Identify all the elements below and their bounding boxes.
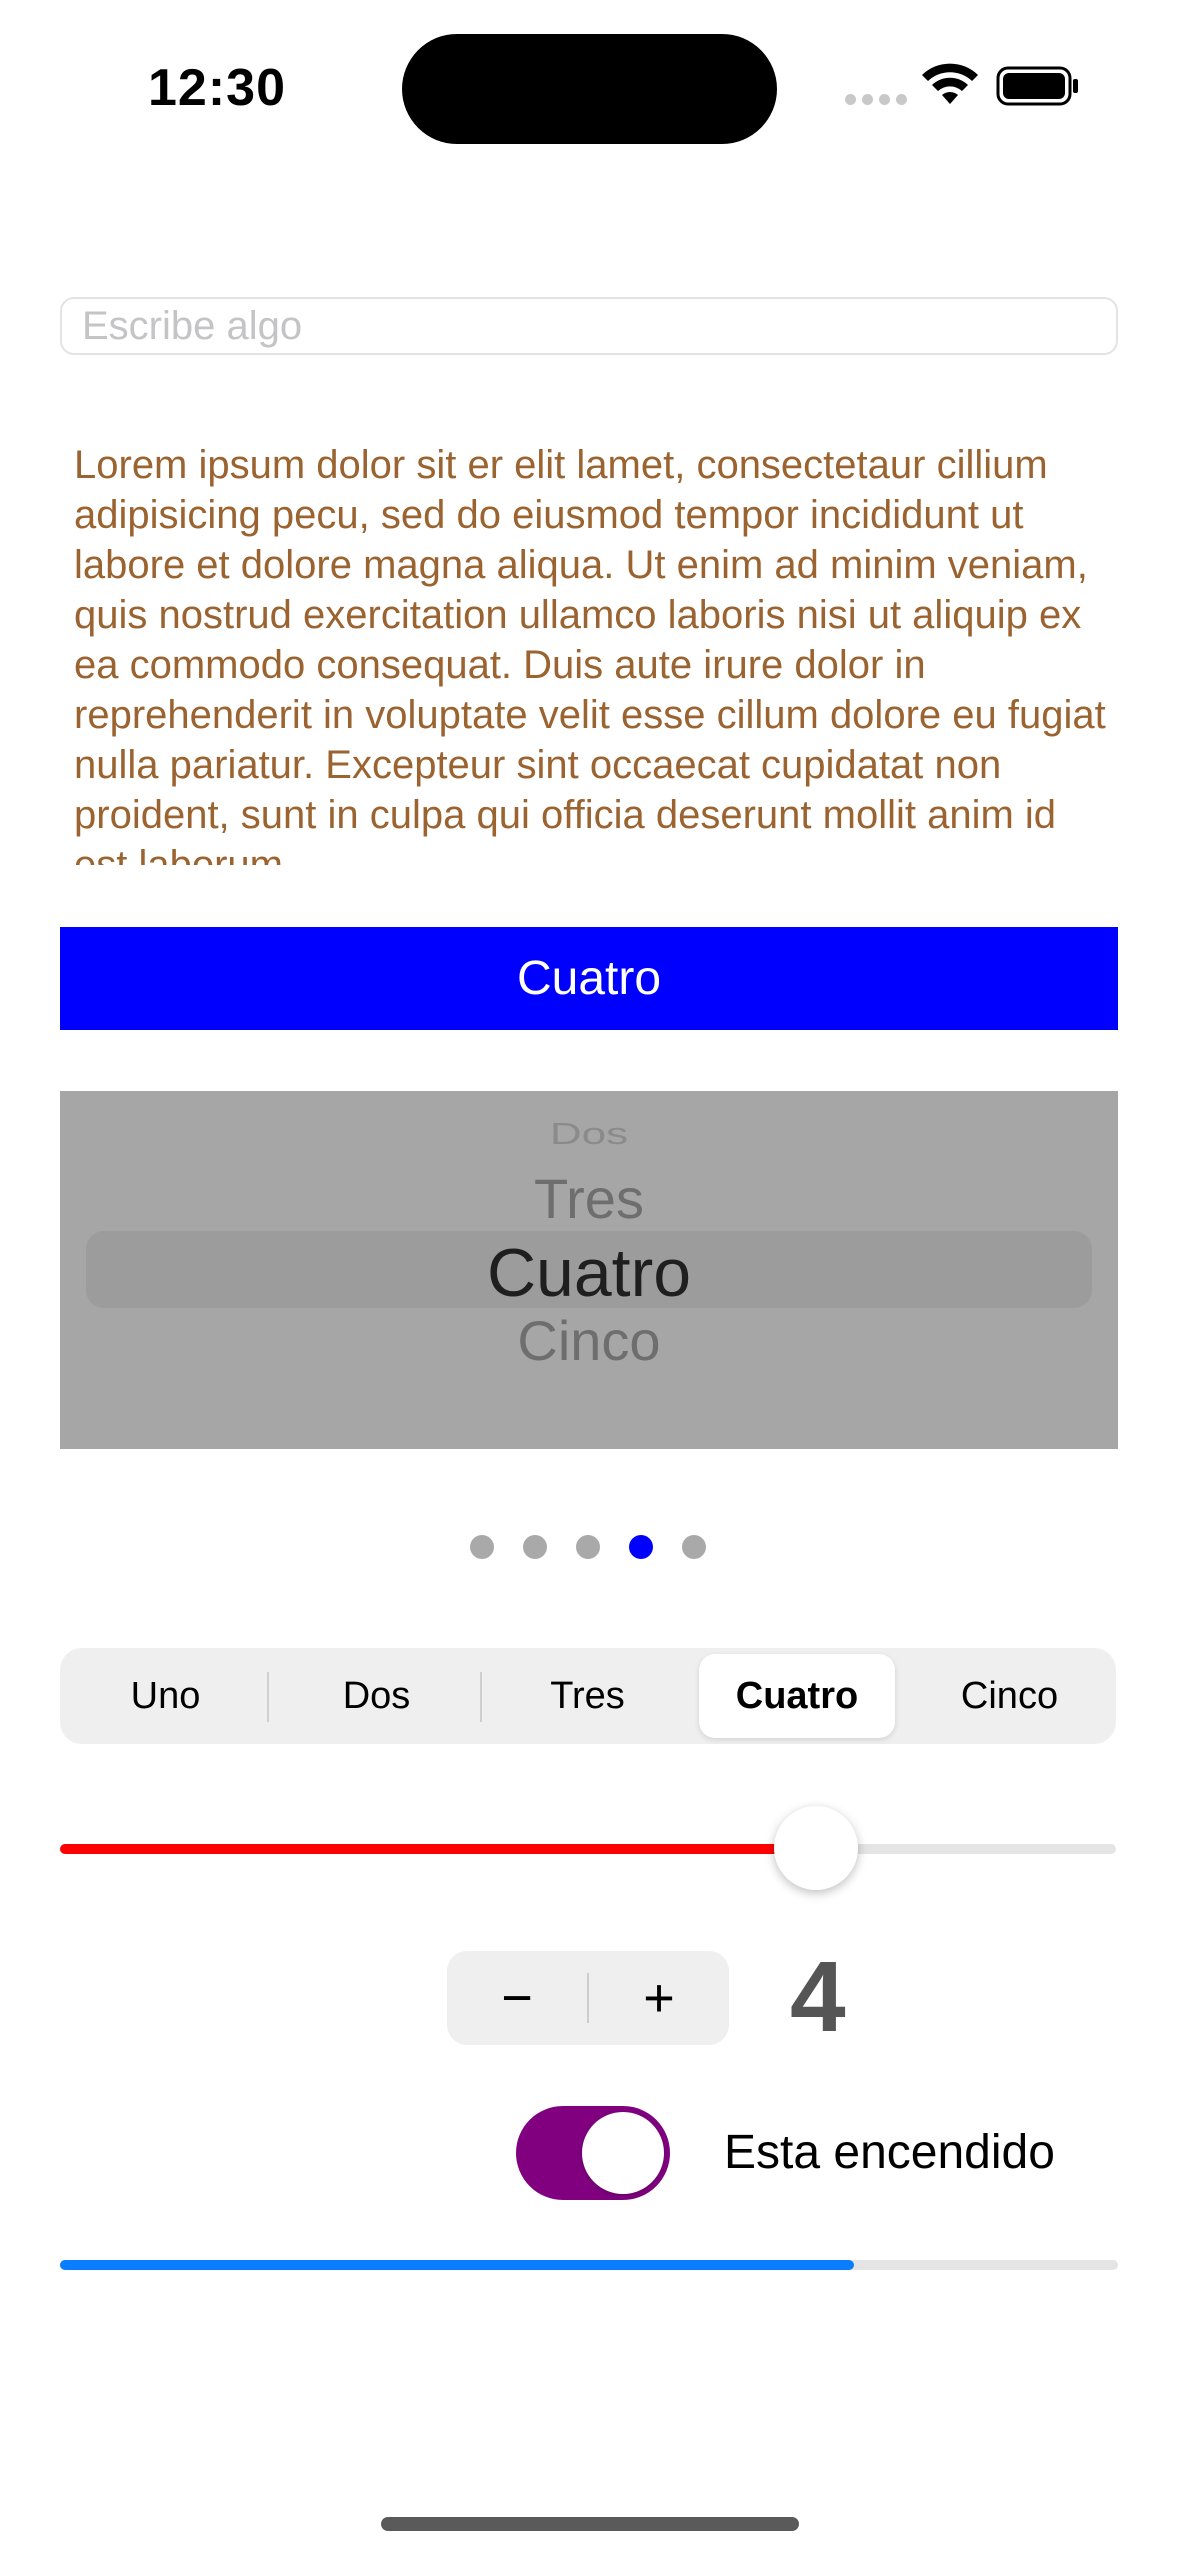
segment-uno[interactable]: Uno <box>60 1648 271 1744</box>
slider-min-track <box>60 1844 817 1854</box>
status-time: 12:30 <box>148 59 286 117</box>
toggle-switch[interactable] <box>516 2106 670 2200</box>
segment-cuatro[interactable]: Cuatro <box>699 1654 895 1738</box>
segment-dos[interactable]: Dos <box>271 1648 482 1744</box>
selected-value-button[interactable]: Cuatro <box>60 927 1118 1030</box>
segment-divider <box>267 1672 269 1722</box>
stepper[interactable]: − + <box>447 1951 729 2045</box>
progress-fill <box>60 2260 854 2270</box>
slider-thumb[interactable] <box>774 1806 859 1890</box>
page-control[interactable] <box>470 1535 710 1561</box>
battery-icon <box>996 66 1078 106</box>
lorem-text-view[interactable]: Lorem ipsum dolor sit er elit lamet, con… <box>74 440 1114 865</box>
stepper-value-label: 4 <box>790 1941 846 2053</box>
home-indicator[interactable] <box>381 2517 799 2531</box>
page-dot[interactable] <box>470 1535 494 1559</box>
number-picker[interactable]: Dos Tres Cuatro Cinco <box>60 1091 1118 1449</box>
text-input[interactable] <box>60 297 1118 355</box>
page-dot-active[interactable] <box>629 1535 653 1559</box>
segmented-control[interactable]: Uno Dos Tres Cuatro Cinco <box>60 1648 1116 1744</box>
segment-tres[interactable]: Tres <box>482 1648 693 1744</box>
page-dot[interactable] <box>682 1535 706 1559</box>
switch-knob <box>582 2112 664 2194</box>
page-dot[interactable] <box>576 1535 600 1559</box>
picker-row-selected[interactable]: Cuatro <box>60 1234 1118 1312</box>
picker-row[interactable]: Dos <box>60 1117 1118 1152</box>
picker-row[interactable]: Tres <box>60 1166 1118 1231</box>
picker-row[interactable]: Cinco <box>60 1308 1118 1373</box>
dynamic-island <box>402 34 777 144</box>
cellular-signal-icon <box>845 94 907 106</box>
page-dot[interactable] <box>523 1535 547 1559</box>
stepper-decrement-button[interactable]: − <box>447 1951 587 2045</box>
switch-label: Esta encendido <box>724 2126 1055 2179</box>
wifi-icon <box>922 63 978 104</box>
stepper-increment-button[interactable]: + <box>589 1951 729 2045</box>
segment-cinco[interactable]: Cinco <box>904 1648 1115 1744</box>
